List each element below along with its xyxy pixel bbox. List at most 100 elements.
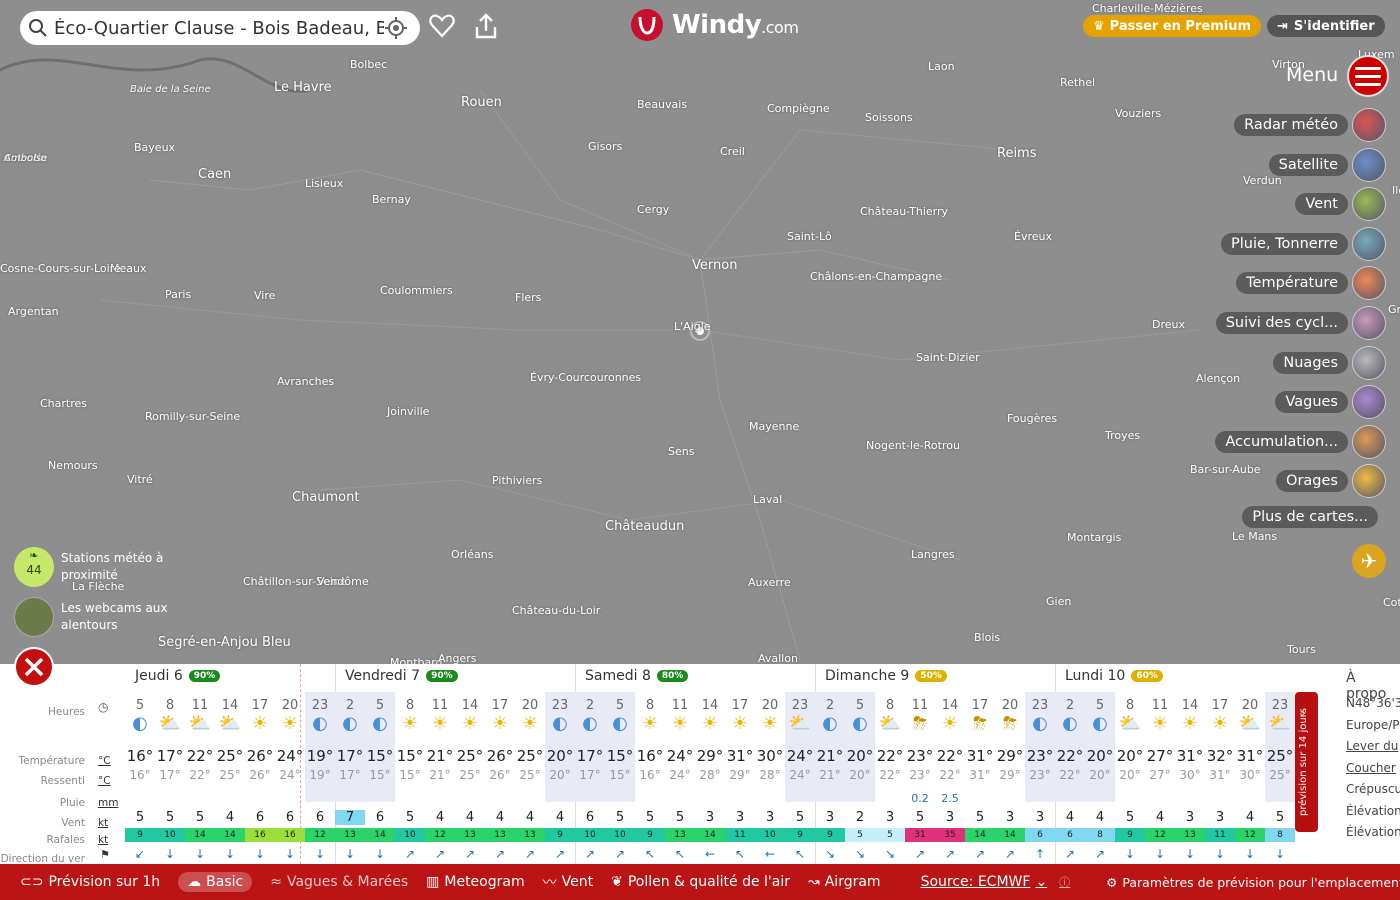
- map-label: Cosne-Cours-sur-Loire: [0, 262, 121, 275]
- wind-cell: 6: [315, 810, 325, 825]
- pollen-tab[interactable]: ❦ Pollen & qualité de l'air: [611, 874, 790, 890]
- premium-button[interactable]: ♛ Passer en Premium: [1083, 15, 1261, 37]
- sun-icon: ☀: [281, 713, 299, 734]
- menu-hamburger-button[interactable]: [1347, 55, 1389, 97]
- stations-count-badge[interactable]: ❧ 44: [14, 547, 54, 587]
- favorite-heart-icon[interactable]: [428, 12, 456, 40]
- gust-cell: 13: [455, 828, 485, 842]
- meteogram-tab[interactable]: ▥ Meteogram: [426, 874, 524, 890]
- gust-cell: 8: [1085, 828, 1115, 842]
- search-input[interactable]: [54, 17, 384, 39]
- gust-cell: 9: [125, 828, 155, 842]
- info-icon[interactable]: ⓘ: [1059, 874, 1070, 890]
- sun-icon: ☀: [491, 713, 509, 734]
- layer-item[interactable]: Orages: [1276, 464, 1386, 499]
- forecast-table[interactable]: Heures Température Ressenti Pluie Vent Rafale…: [0, 664, 1400, 865]
- gust-cell: 35: [935, 828, 965, 842]
- map-label: Bar-sur-Aube: [1190, 463, 1261, 476]
- share-icon[interactable]: [472, 12, 500, 40]
- confidence-badge: 90%: [426, 670, 458, 682]
- forecast-14-days-tab[interactable]: prévision sur 14 jours ›: [1295, 692, 1318, 832]
- unit-wind[interactable]: kt: [98, 817, 108, 829]
- forecast-1h-button[interactable]: ⊂⊃ Prévision sur 1h: [20, 874, 160, 890]
- map-label: Romilly-sur-Seine: [145, 410, 241, 423]
- layer-item[interactable]: Température: [1236, 266, 1386, 301]
- gust-cell: 10: [155, 828, 185, 842]
- more-maps-button[interactable]: Plus de cartes...: [1242, 501, 1382, 533]
- webcams-label[interactable]: Les webcams aux alentours: [61, 600, 181, 634]
- gust-cell: 14: [695, 828, 725, 842]
- hour-cell: 20: [1001, 698, 1019, 713]
- close-forecast-button[interactable]: [14, 647, 54, 687]
- day-header: Jeudi 6 90%: [135, 668, 221, 684]
- wind-cell: 4: [225, 810, 235, 825]
- map[interactable]: Charleville-Mézières Luxem Bolbec Laon Virto…: [0, 0, 1400, 664]
- webcam-thumbnail[interactable]: [14, 597, 54, 637]
- source-select[interactable]: Source: ECMWF ⌄ ⓘ: [921, 874, 1071, 890]
- search-bar[interactable]: [20, 11, 420, 45]
- layer-item[interactable]: Pluie, Tonnerre: [1221, 226, 1386, 261]
- wind-direction-cell: ↗: [554, 847, 566, 861]
- stations-label[interactable]: Stations météo à proximité: [61, 550, 181, 584]
- feels-like-cell: 15°: [399, 768, 421, 782]
- map-label: Dreux: [1152, 318, 1185, 331]
- layer-item[interactable]: Suivi des cycl...: [1215, 306, 1386, 340]
- sun-icon: ☀: [1211, 713, 1229, 734]
- unit-rain[interactable]: mm: [98, 797, 118, 809]
- login-button[interactable]: ⇥ S'identifier: [1267, 15, 1385, 37]
- feels-like-cell: 20°: [849, 768, 871, 782]
- day-label: Samedi 8: [585, 668, 651, 684]
- waves-icon: ≈: [270, 874, 282, 890]
- accumulation-icon: [1352, 424, 1386, 459]
- gust-cell: 16: [275, 828, 305, 842]
- about-dusk: Crépuscu: [1346, 782, 1400, 796]
- layer-item[interactable]: Vagues: [1275, 385, 1386, 420]
- clouds-icon: [1352, 345, 1386, 380]
- gust-cell: 12: [425, 828, 455, 842]
- basic-tab[interactable]: ☁ Basic: [178, 872, 253, 892]
- layer-item[interactable]: Nuages: [1273, 345, 1386, 380]
- map-label: Fougères: [1007, 412, 1058, 425]
- map-label: Pithiviers: [492, 474, 543, 487]
- feels-like-cell: 28°: [759, 768, 781, 782]
- map-label: L'Aigle: [674, 320, 711, 333]
- unit-feel[interactable]: °C: [98, 775, 111, 787]
- sun-icon: ☀: [641, 713, 659, 734]
- airgram-tab[interactable]: ↝ Airgram: [808, 874, 881, 890]
- layer-item[interactable]: Radar météo: [1234, 108, 1386, 142]
- about-sunrise[interactable]: Lever du: [1346, 739, 1398, 753]
- airport-icon[interactable]: ✈: [1352, 544, 1386, 578]
- waves-tides-tab[interactable]: ≈ Vagues & Marées: [270, 874, 408, 890]
- day-label: Jeudi 6: [135, 668, 183, 684]
- day-label: Vendredi 7: [345, 668, 421, 684]
- layer-item[interactable]: Accumulation...: [1215, 424, 1386, 459]
- hour-cell: 14: [701, 698, 719, 713]
- wind-cell: 4: [555, 810, 565, 825]
- wind-direction-cell: ↗: [1004, 847, 1016, 861]
- unit-gusts[interactable]: kt: [98, 834, 108, 846]
- locate-icon[interactable]: [384, 16, 408, 40]
- moon-icon: ◐: [552, 713, 568, 734]
- flag-icon: ⚑: [100, 848, 110, 861]
- temperature-cell: 23°: [1026, 747, 1054, 765]
- day-label: Lundi 10: [1065, 668, 1126, 684]
- layer-item[interactable]: Satellite: [1268, 147, 1386, 182]
- layer-item[interactable]: Vent: [1295, 187, 1386, 222]
- gust-cell: 9: [545, 828, 575, 842]
- wind-cell: 5: [795, 810, 805, 825]
- windy-logo[interactable]: Windy.com: [630, 8, 799, 42]
- wind-cell: 5: [975, 810, 985, 825]
- wind-direction-cell: ↓: [194, 847, 206, 861]
- about-sunset[interactable]: Coucher: [1346, 761, 1396, 775]
- layer-label: Satellite: [1268, 153, 1348, 176]
- forecast-settings-button[interactable]: ⚙ Paramètres de prévision pour l'emplacem…: [1106, 875, 1400, 890]
- hour-cell: 11: [191, 698, 209, 713]
- unit-temp[interactable]: °C: [98, 755, 111, 767]
- map-label: Auxerre: [748, 576, 791, 589]
- confidence-badge: 50%: [915, 670, 947, 682]
- menu-label[interactable]: Menu: [1286, 64, 1338, 86]
- wind-tab[interactable]: 〰 Vent: [543, 872, 593, 892]
- hour-cell: 14: [221, 698, 239, 713]
- feels-like-cell: 24°: [789, 768, 811, 782]
- wind-direction-cell: ↖: [794, 847, 806, 861]
